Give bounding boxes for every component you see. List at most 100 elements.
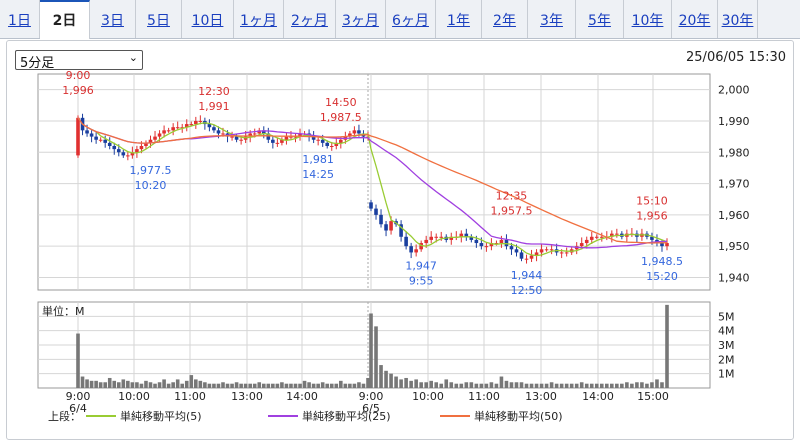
volume-bar <box>302 380 307 388</box>
x-tick-label: 11:00 <box>468 390 500 403</box>
candle-body <box>316 139 320 141</box>
candle-body <box>424 239 428 244</box>
volume-bar <box>153 383 157 388</box>
volume-bar <box>103 382 107 388</box>
volume-bar <box>243 383 248 388</box>
candle-body <box>544 249 549 251</box>
candle-body <box>389 221 393 231</box>
volume-bar <box>584 383 589 388</box>
candle-body <box>230 136 234 138</box>
volume-bar <box>635 382 639 388</box>
candle-body <box>121 152 126 156</box>
volume-bar <box>665 304 669 388</box>
volume-bar <box>216 383 221 388</box>
volume-bar <box>524 383 529 388</box>
volume-bar <box>76 333 80 388</box>
volume-bar <box>289 383 293 388</box>
annotation-value: 1,956 <box>636 209 668 222</box>
annotation-time: 1,944 <box>511 269 543 282</box>
volume-bar <box>352 383 357 388</box>
candle-body <box>474 239 479 244</box>
x-tick-label: 14:00 <box>582 390 614 403</box>
candle-body <box>579 243 584 247</box>
candle-body <box>549 249 554 251</box>
volume-bar <box>594 383 599 388</box>
x-tick-label: 11:00 <box>174 390 206 403</box>
volume-bar <box>539 383 544 388</box>
volume-bar <box>615 383 619 388</box>
annotation-value: 10:20 <box>135 179 167 192</box>
volume-bar <box>519 382 524 388</box>
volume-bar <box>434 382 439 388</box>
volume-bar <box>409 380 413 388</box>
volume-bar <box>126 380 130 388</box>
volume-bar <box>544 383 549 388</box>
candle-body <box>207 124 212 128</box>
legend-label: 単純移動平均(50) <box>474 409 563 423</box>
candle-body <box>519 252 524 259</box>
volume-bar <box>98 382 103 388</box>
candle-body <box>564 252 569 254</box>
volume-bar <box>135 382 139 388</box>
volume-bar <box>230 383 234 388</box>
volume-bar <box>257 382 262 388</box>
volume-bar <box>184 380 189 388</box>
annotation-time: 15:10 <box>636 194 668 207</box>
volume-bar <box>343 383 348 388</box>
candle-body <box>504 239 509 247</box>
volume-bar <box>311 383 316 388</box>
volume-bar <box>112 380 117 388</box>
y-tick-label: 1,990 <box>718 115 750 128</box>
candle-body <box>589 236 594 240</box>
volume-bar <box>180 383 185 388</box>
annotation-time: 9:00 <box>66 69 91 82</box>
candle-body <box>374 208 378 215</box>
volume-bar <box>579 382 584 388</box>
volume-bar <box>554 383 559 388</box>
volume-bar <box>94 380 98 388</box>
candle-body <box>171 127 175 131</box>
candle-body <box>599 236 604 238</box>
volume-bar <box>514 382 519 388</box>
y-tick-label: 1,970 <box>718 178 750 191</box>
annotation-value: 1,991 <box>198 100 230 113</box>
candle-body <box>325 142 330 146</box>
volume-bar <box>275 383 280 388</box>
volume-bar <box>171 382 175 388</box>
candle-body <box>665 243 669 247</box>
volume-bar <box>198 380 203 388</box>
candle-body <box>89 133 94 137</box>
candle-body <box>166 130 171 132</box>
volume-bar <box>479 383 484 388</box>
candle-body <box>271 139 275 143</box>
candle-body <box>112 146 117 150</box>
volume-bar <box>234 382 239 388</box>
volume-bar <box>424 382 428 388</box>
candle-body <box>357 130 361 134</box>
candle-body <box>76 117 80 156</box>
volume-bar <box>203 382 207 388</box>
legend-label: 単純移動平均(25) <box>302 409 391 423</box>
candle-body <box>594 236 599 238</box>
candle-body <box>514 249 519 253</box>
volume-tick-label: 4M <box>718 325 735 338</box>
volume-bar <box>121 379 126 388</box>
volume-bar <box>339 380 343 388</box>
volume-bar <box>189 375 194 388</box>
volume-bar <box>374 326 378 388</box>
volume-bar <box>280 382 284 388</box>
annotation-value: 15:20 <box>646 270 678 283</box>
candle-body <box>404 236 408 247</box>
volume-bar <box>655 379 659 388</box>
candle-body <box>539 249 544 253</box>
annotation-value: 1,987.5 <box>320 111 362 124</box>
volume-bar <box>225 383 230 388</box>
candle-body <box>352 130 357 134</box>
volume-bar <box>640 382 644 388</box>
volume-bar <box>604 383 609 388</box>
volume-bar <box>266 383 271 388</box>
volume-bar <box>499 376 504 388</box>
annotation-value: 12:50 <box>511 284 543 297</box>
annotation-time: 1,981 <box>302 153 334 166</box>
candle-body <box>409 246 413 253</box>
